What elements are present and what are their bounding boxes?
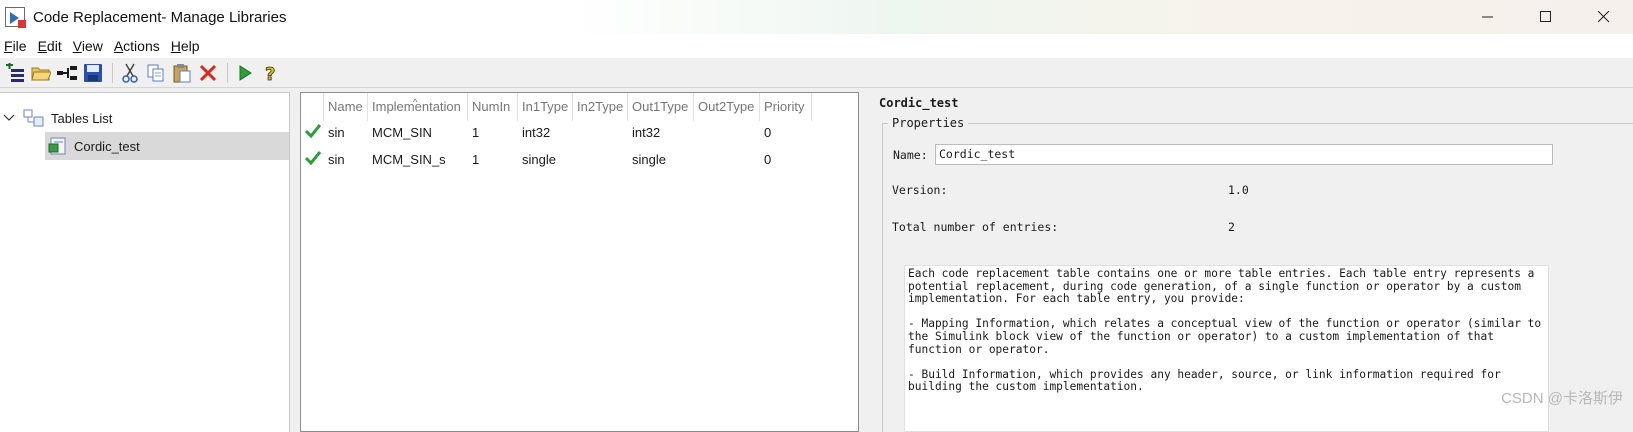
paste-button[interactable] xyxy=(170,61,194,85)
cell-in1type: single xyxy=(522,152,556,167)
cell-priority: 0 xyxy=(764,125,772,140)
cell-priority: 0 xyxy=(764,152,772,167)
new-table-button[interactable] xyxy=(3,61,27,85)
maximize-icon xyxy=(1540,11,1551,22)
column-header-in2type[interactable]: In2Type xyxy=(573,93,628,121)
window-controls xyxy=(1459,0,1633,34)
column-header-priority[interactable]: Priority xyxy=(760,93,812,121)
check-icon xyxy=(304,151,322,166)
close-icon xyxy=(1598,11,1610,23)
cell-out1type: single xyxy=(632,152,666,167)
table-row[interactable]: sin MCM_SIN_s 1 single single 0 xyxy=(301,146,858,173)
selected-table-title: Cordic_test xyxy=(879,96,959,110)
name-field[interactable]: Cordic_test xyxy=(935,144,1553,165)
name-label: Name: xyxy=(893,148,928,162)
maximize-button[interactable] xyxy=(1517,0,1575,34)
sort-caret-icon: ^ xyxy=(413,97,418,107)
version-value: 1.0 xyxy=(1228,183,1249,197)
cell-out1type: int32 xyxy=(632,125,661,140)
tree-item-tables-list[interactable]: Tables List xyxy=(0,104,290,132)
watermark: CSDN @卡洛斯伊 xyxy=(1501,390,1623,407)
column-header-in1type[interactable]: In1Type xyxy=(518,93,573,121)
minimize-icon xyxy=(1482,16,1493,18)
table-header: Name ^ Implementation NumIn In1Type In2Ty… xyxy=(301,93,858,121)
tree-root-label: Tables List xyxy=(51,110,113,126)
status-cell xyxy=(301,122,324,143)
cell-name: sin xyxy=(328,152,345,167)
menu-bar: File Edit View Actions Help xyxy=(0,34,1633,58)
window-title: Code Replacement- Manage Libraries xyxy=(33,8,287,26)
help-button[interactable]: ? xyxy=(259,61,283,85)
properties-group-label: Properties xyxy=(888,116,969,130)
menu-view[interactable]: View xyxy=(69,38,110,54)
menu-file[interactable]: File xyxy=(0,38,34,54)
svg-text:?: ? xyxy=(265,64,275,83)
check-icon xyxy=(304,124,322,139)
validate-run-icon xyxy=(239,64,252,81)
copy-icon xyxy=(147,64,164,81)
cut-button[interactable] xyxy=(118,61,142,85)
tables-list-icon xyxy=(23,109,44,127)
paste-icon xyxy=(173,63,191,82)
cell-implementation: MCM_SIN xyxy=(372,125,432,140)
status-cell xyxy=(301,149,324,170)
toolbar-separator xyxy=(227,62,228,83)
column-header-implementation[interactable]: ^ Implementation xyxy=(368,93,468,121)
entries-table: Name ^ Implementation NumIn In1Type In2Ty… xyxy=(300,92,859,432)
entries-count-label: Total number of entries: xyxy=(892,220,1059,234)
delete-button[interactable] xyxy=(196,61,220,85)
tree-item-cordic-test[interactable]: Cordic_test xyxy=(45,132,289,160)
copy-button[interactable] xyxy=(144,61,168,85)
validate-button[interactable] xyxy=(233,61,257,85)
description-text: Each code replacement table contains one… xyxy=(904,265,1549,432)
new-entry-icon xyxy=(57,65,77,80)
save-icon xyxy=(84,63,102,82)
menu-actions[interactable]: Actions xyxy=(110,38,167,54)
minimize-button[interactable] xyxy=(1459,0,1517,34)
column-header-name[interactable]: Name xyxy=(324,93,368,121)
toolbar: ? xyxy=(0,58,1633,88)
cut-icon xyxy=(122,63,138,83)
cell-numin: 1 xyxy=(472,125,480,140)
column-header-out2type[interactable]: Out2Type xyxy=(694,93,760,121)
column-header-out1type[interactable]: Out1Type xyxy=(628,93,694,121)
tree-child-label: Cordic_test xyxy=(74,138,140,154)
cell-name: sin xyxy=(328,125,345,140)
close-button[interactable] xyxy=(1575,0,1633,34)
column-header-status xyxy=(301,93,324,121)
menu-edit[interactable]: Edit xyxy=(34,38,69,54)
cell-implementation: MCM_SIN_s xyxy=(372,152,446,167)
help-icon: ? xyxy=(265,63,276,83)
version-label: Version: xyxy=(892,183,948,197)
delete-icon xyxy=(199,64,217,81)
cell-in1type: int32 xyxy=(522,125,551,140)
table-file-icon xyxy=(48,137,66,155)
new-table-icon xyxy=(6,62,24,82)
save-button[interactable] xyxy=(81,61,105,85)
new-entry-button[interactable] xyxy=(55,61,79,85)
open-folder-icon xyxy=(31,67,51,80)
cell-numin: 1 xyxy=(472,152,480,167)
properties-panel: Cordic_test Properties Name: Cordic_test… xyxy=(866,92,1633,432)
column-header-numin[interactable]: NumIn xyxy=(468,93,518,121)
menu-help[interactable]: Help xyxy=(167,38,207,54)
title-bar: Code Replacement- Manage Libraries xyxy=(0,0,1633,34)
app-icon xyxy=(5,7,26,28)
toolbar-separator xyxy=(112,62,113,83)
entries-count-value: 2 xyxy=(1228,220,1235,234)
chevron-down-icon[interactable] xyxy=(2,111,16,125)
table-row[interactable]: sin MCM_SIN 1 int32 int32 0 xyxy=(301,119,858,146)
open-button[interactable] xyxy=(29,61,53,85)
